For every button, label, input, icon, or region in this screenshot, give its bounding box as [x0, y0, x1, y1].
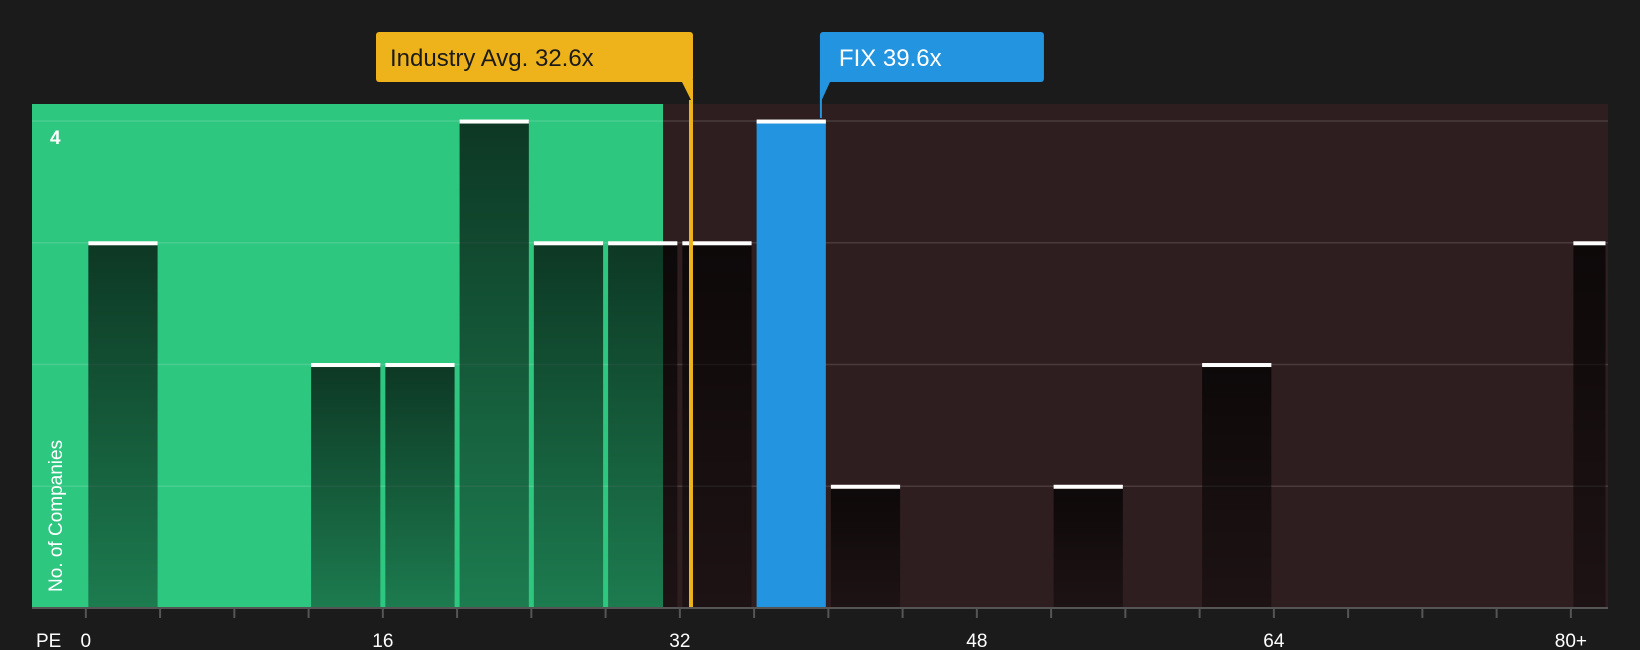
- x-tick-label: 32: [669, 631, 690, 650]
- bar-cap-10: [830, 484, 901, 489]
- bar-cap-20: [1573, 241, 1606, 246]
- bar-7: [608, 242, 678, 609]
- bar-0: [88, 242, 158, 609]
- pe-distribution-chart: 0 16 32 48 64 80+ 4 No. of Companies PE Indus…: [0, 0, 1640, 650]
- x-tick-label: 16: [372, 631, 393, 650]
- bar-cap-6: [533, 241, 604, 246]
- bar-cap-4: [385, 363, 455, 368]
- bar-cap-15: [1202, 363, 1272, 368]
- x-tick-label: 0: [81, 631, 92, 650]
- bar-cap-13: [1053, 484, 1123, 489]
- bar-4: [385, 364, 455, 608]
- bar-3: [311, 364, 381, 608]
- bar-cap-9: [756, 119, 826, 124]
- bar-6: [533, 242, 604, 609]
- y-axis-label: No. of Companies: [46, 440, 67, 592]
- bar-cap-3: [311, 363, 381, 368]
- bar-cap-7: [608, 241, 678, 246]
- x-axis-label: PE: [36, 631, 61, 650]
- company-callout-label: FIX 39.6x: [839, 45, 942, 72]
- x-tick-label: 48: [966, 631, 987, 650]
- x-tick-label: 64: [1263, 631, 1285, 650]
- y-tick-label: 4: [50, 128, 61, 149]
- bar-5: [459, 121, 529, 608]
- bar-15: [1202, 364, 1272, 608]
- bar-20: [1573, 242, 1606, 609]
- bar-13: [1053, 486, 1123, 608]
- industry-avg-callout-label: Industry Avg. 32.6x: [390, 45, 594, 72]
- callouts: Industry Avg. 32.6x FIX 39.6x: [376, 32, 1044, 104]
- x-axis: 0 16 32 48 64 80+: [32, 607, 1608, 650]
- bar-cap-5: [459, 119, 529, 124]
- x-tick-label: 80+: [1555, 631, 1587, 650]
- bar-10: [830, 486, 901, 608]
- chart-canvas: 0 16 32 48 64 80+ 4 No. of Companies PE Indus…: [32, 32, 1608, 650]
- bar-cap-0: [88, 241, 158, 246]
- industry-avg-pointer: [680, 80, 693, 104]
- bar-9: [756, 121, 826, 608]
